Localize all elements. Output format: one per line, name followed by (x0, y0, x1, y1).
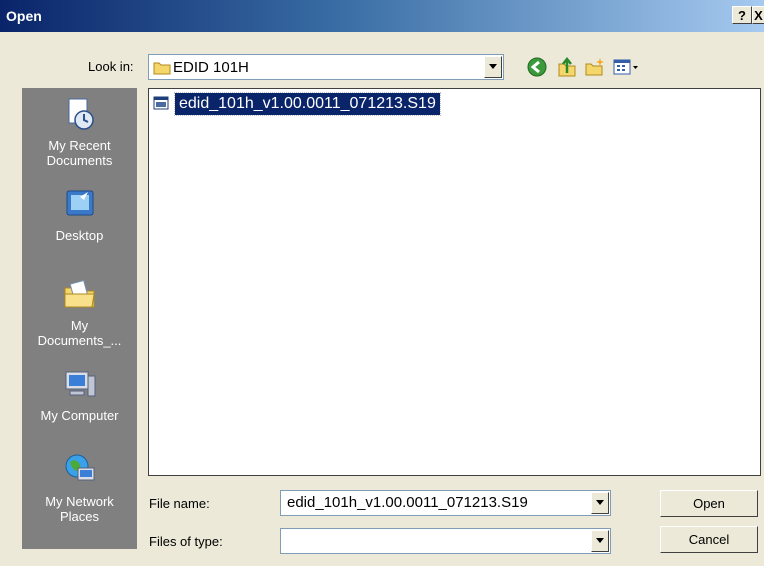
cancel-button[interactable]: Cancel (660, 526, 758, 553)
file-name-dropdown-button[interactable] (591, 492, 609, 514)
my-documents-icon (64, 279, 95, 308)
look-in-dropdown-button[interactable] (484, 56, 502, 78)
place-desktop[interactable]: Desktop (22, 186, 137, 243)
place-my-recent-documents[interactable]: My Recent Documents (22, 96, 137, 168)
place-label: My Documents_... (37, 318, 122, 348)
my-computer-icon (65, 371, 95, 397)
recent-documents-icon (68, 98, 94, 130)
place-my-computer[interactable]: My Computer (22, 366, 137, 423)
place-label: My Network Places (45, 494, 114, 524)
up-folder-icon[interactable] (556, 56, 578, 78)
files-of-type-dropdown[interactable] (280, 528, 611, 554)
file-name-combo[interactable]: edid_101h_v1.00.0011_071213.S19 (280, 490, 611, 516)
place-my-documents[interactable]: My Documents_... (22, 276, 137, 348)
file-name-label-text: File name: (149, 496, 210, 511)
network-places-icon (65, 454, 94, 481)
window-title: Open (6, 8, 42, 24)
file-icon (153, 96, 169, 110)
files-of-type-dropdown-button[interactable] (591, 530, 609, 552)
places-bar: My Recent Documents Desktop My Documents… (22, 88, 137, 549)
file-name-input[interactable]: edid_101h_v1.00.0011_071213.S19 (287, 494, 528, 511)
place-label: Desktop (55, 228, 104, 243)
title-bar[interactable]: Open ? X (0, 0, 764, 32)
file-name-label: edid_101h_v1.00.0011_071213.S19 (174, 92, 441, 116)
look-in-label: Look in: (88, 59, 134, 74)
place-label: My Recent Documents (46, 138, 113, 168)
place-my-network-places[interactable]: My Network Places (22, 452, 137, 524)
help-button[interactable]: ? (732, 6, 752, 24)
open-button[interactable]: Open (660, 490, 758, 517)
back-icon[interactable] (526, 56, 548, 78)
close-button[interactable]: X (752, 6, 764, 24)
new-folder-icon[interactable] (584, 56, 606, 78)
look-in-value: EDID 101H (173, 59, 249, 76)
desktop-icon (66, 190, 93, 216)
files-of-type-label: Files of type: (149, 534, 223, 549)
look-in-dropdown[interactable]: EDID 101H (148, 54, 504, 80)
place-label: My Computer (40, 408, 119, 423)
views-icon[interactable] (612, 56, 640, 78)
folder-icon (153, 62, 171, 75)
file-list[interactable]: edid_101h_v1.00.0011_071213.S19 (148, 88, 761, 476)
